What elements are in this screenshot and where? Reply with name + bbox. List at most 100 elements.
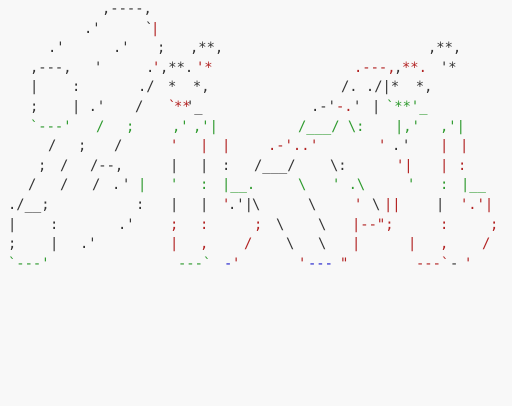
art-glyphs: \ [318, 236, 327, 253]
art-glyphs: .-'.. [268, 138, 310, 155]
art-glyphs: --- [308, 255, 333, 272]
art-glyphs: | [440, 138, 449, 155]
art-line: /; / ' | | .-'.. ' '. ' | | [0, 137, 512, 157]
art-glyphs: | [200, 138, 209, 155]
art-glyphs: : [200, 177, 209, 194]
art-glyphs: ; [78, 138, 87, 155]
art-glyphs: |__ [461, 177, 486, 194]
art-glyphs: | [151, 20, 160, 37]
art-glyphs: | [200, 157, 209, 174]
art-glyphs: ' [170, 138, 179, 155]
art-glyphs: -. [336, 98, 353, 115]
art-glyphs: . [112, 177, 121, 194]
art-glyphs: ' [402, 138, 411, 155]
art-glyphs: | [138, 177, 147, 194]
art-glyphs: .'| [228, 196, 253, 213]
art-glyphs: /--, [90, 157, 124, 174]
art-glyphs: `---' [30, 118, 72, 135]
art-glyphs: ,----, [102, 1, 152, 17]
art-glyphs: '| [396, 157, 413, 174]
art-glyphs: ,'| [440, 118, 465, 135]
art-glyphs: | [8, 216, 17, 233]
art-glyphs: `---' [8, 255, 50, 272]
art-glyphs: / [28, 177, 37, 194]
art-glyphs: , [440, 236, 449, 253]
art-glyphs: / [482, 236, 491, 253]
art-glyphs: ' [298, 255, 307, 272]
art-glyphs: ---` [416, 255, 450, 272]
art-glyphs: / [244, 236, 253, 253]
art-glyphs: ' .\ [332, 177, 366, 194]
art-glyphs: | [436, 196, 445, 213]
art-glyphs: ; [30, 98, 39, 115]
art-glyphs: ,---, [30, 59, 72, 76]
art-glyphs: |--"; [352, 216, 394, 233]
art-line: ,---, '. ' ,**. '* .---,, **. '* [0, 59, 512, 79]
art-line: .' .'; ,**, ,**, [0, 39, 512, 59]
art-glyphs: ' [407, 177, 416, 194]
art-glyphs: / [96, 118, 105, 135]
art-glyphs: .---, [354, 59, 396, 76]
art-glyphs: ; [254, 216, 263, 233]
art-glyphs: | [50, 236, 59, 253]
art-glyphs: | [352, 236, 361, 253]
art-glyphs: | [170, 196, 179, 213]
art-glyphs: / [114, 138, 123, 155]
art-glyphs: .' [48, 40, 65, 57]
art-glyphs: `**'_ [386, 98, 428, 115]
art-glyphs: ' [464, 255, 473, 272]
art-glyphs: / [60, 177, 69, 194]
art-glyphs: | [200, 196, 209, 213]
art-glyphs: ' [94, 59, 103, 76]
art-glyphs: ,' [172, 118, 189, 135]
art-glyphs: | [222, 138, 231, 155]
art-glyphs: ./__; [8, 196, 50, 213]
art-glyphs: ' [170, 177, 179, 194]
art-glyphs: | [170, 157, 179, 174]
art-glyphs: ' [232, 255, 241, 272]
art-glyphs: : [222, 157, 231, 174]
art-glyphs: ' [354, 196, 363, 213]
art-glyphs: | .' [72, 98, 106, 115]
art-glyphs: : [50, 216, 59, 233]
art-glyphs: \ [308, 196, 317, 213]
art-glyphs: \ [286, 236, 295, 253]
art-glyphs: .' [118, 216, 135, 233]
art-glyphs: **. [402, 59, 427, 76]
art-glyphs: | [170, 236, 179, 253]
art-glyphs: '_ [186, 98, 203, 115]
art-line: `---' ---` - ' ' --- " ---` - ' [0, 255, 512, 275]
art-glyphs: ; [8, 236, 17, 253]
art-glyphs: / [48, 138, 57, 155]
art-glyphs: || [384, 196, 401, 213]
art-glyphs: / [135, 98, 144, 115]
art-glyphs: .' [113, 40, 130, 57]
art-glyphs: : [440, 177, 449, 194]
art-glyphs: | [460, 138, 469, 155]
art-glyphs: /___/ [254, 157, 296, 174]
art-glyphs: |,' [395, 118, 420, 135]
art-glyphs: ; [170, 216, 179, 233]
art-glyphs: ; [38, 157, 47, 174]
ascii-art: ,----, .' ` | .' .'; ,**, ,**, ,---, '. ' ,**. '* .--… [0, 0, 512, 406]
art-glyphs: ,**, [190, 40, 224, 57]
art-glyphs: \ [276, 216, 285, 233]
art-glyphs: ,**, [428, 40, 462, 57]
art-glyphs: \ [298, 177, 307, 194]
art-glyphs: ' [122, 177, 131, 194]
art-glyphs: .' [84, 20, 101, 37]
art-glyphs: : [72, 79, 81, 96]
art-line: ; | .' / ` ** '_ .-' -. ' | `**'_ [0, 98, 512, 118]
art-glyphs: ' [353, 98, 362, 115]
art-glyphs: ,**. [160, 59, 194, 76]
art-glyphs: | [372, 98, 381, 115]
art-glyphs: |__. [222, 177, 256, 194]
art-glyphs: '.'| [460, 196, 494, 213]
art-line: ; | .' |, / \ \ | |, / [0, 235, 512, 255]
art-glyphs: '* [196, 59, 213, 76]
art-line: |: ./ * *, /. ./|* *, [0, 78, 512, 98]
art-glyphs: / [60, 157, 69, 174]
art-line: `---' /; ,' ,'|/___/ \: |,' ,'| [0, 118, 512, 138]
art-glyphs: ---` [178, 255, 212, 272]
art-glyphs: /. ./|* *, [341, 79, 433, 96]
